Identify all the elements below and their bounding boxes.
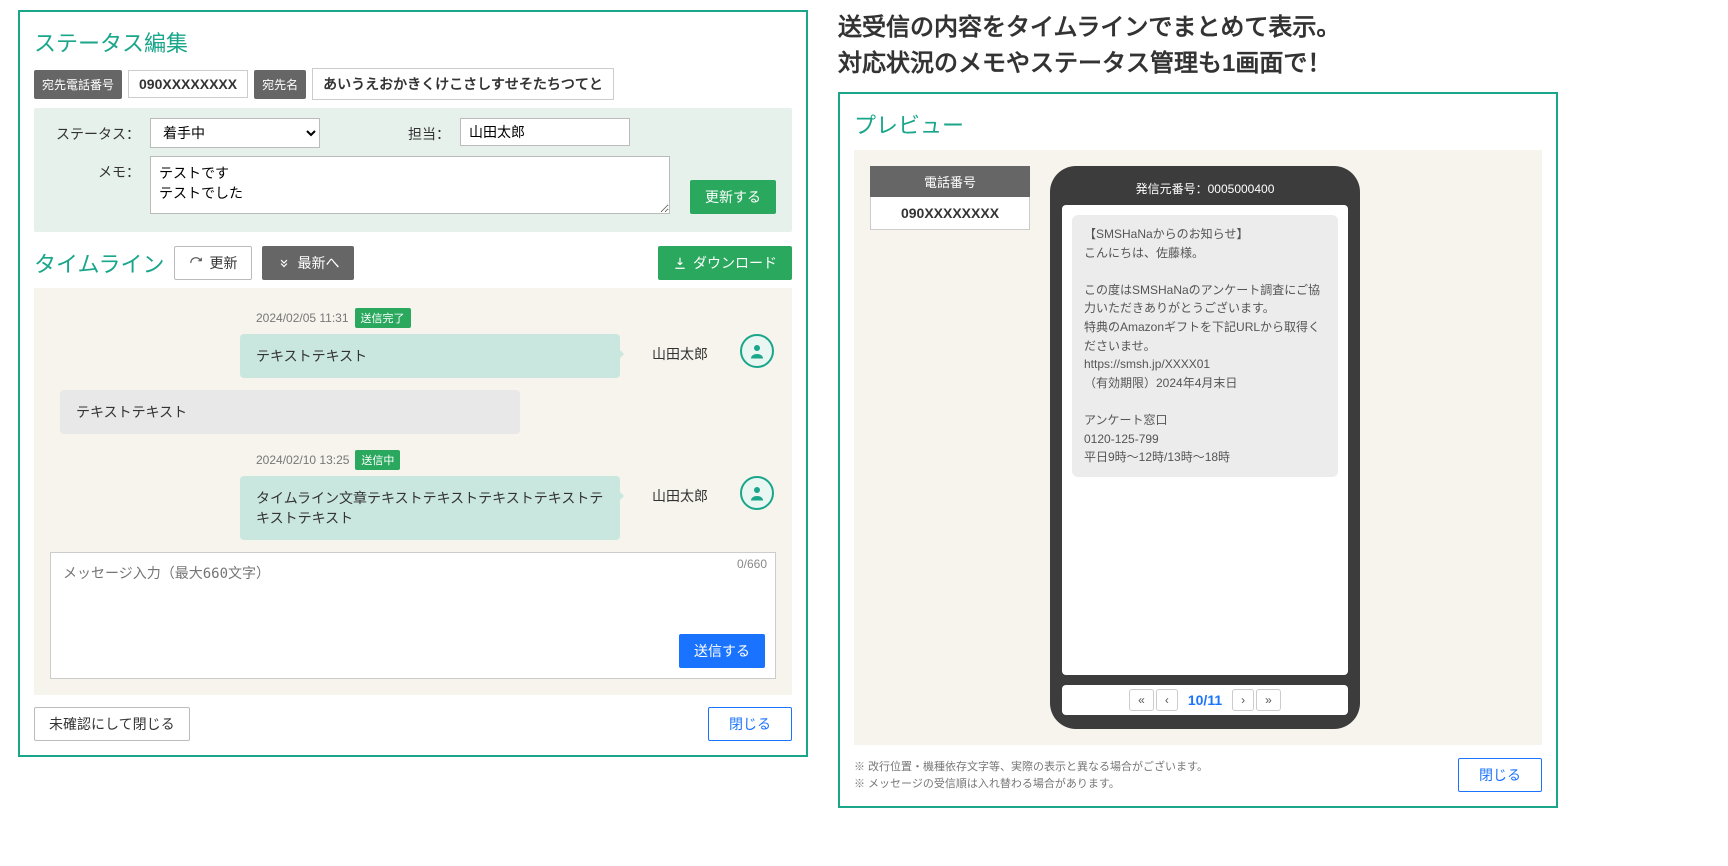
- timeline-title: タイムライン: [34, 247, 164, 279]
- download-icon: [673, 256, 687, 270]
- sender-name: 山田太郎: [630, 476, 730, 506]
- status-form: ステータス： 着手中 担当： メモ： テストです テストでした 更新する: [34, 108, 792, 232]
- status-label: ステータス：: [50, 118, 140, 144]
- refresh-button[interactable]: 更新: [174, 246, 252, 280]
- footnote-line1: ※ 改行位置・機種依存文字等、実際の表示と異なる場合がございます。: [854, 761, 1208, 773]
- chevron-down-icon: [277, 256, 291, 270]
- status-footer: 未確認にして閉じる 閉じる: [34, 707, 792, 741]
- status-edit-panel: ステータス編集 宛先電話番号 090XXXXXXXX 宛先名 あいうえおかきくけ…: [18, 10, 808, 757]
- recipient-tel-value: 090XXXXXXXX: [128, 70, 248, 98]
- recipient-name-label: 宛先名: [254, 70, 306, 99]
- close-button[interactable]: 閉じる: [708, 707, 792, 741]
- latest-button[interactable]: 最新へ: [262, 246, 354, 280]
- preview-footer: ※ 改行位置・機種依存文字等、実際の表示と異なる場合がございます。 ※ メッセー…: [854, 751, 1542, 792]
- entry-meta: 2024/02/10 13:25 送信中: [256, 450, 776, 470]
- message-input[interactable]: [55, 557, 771, 627]
- footnote-line2: ※ メッセージの受信順は入れ替わる場合があります。: [854, 778, 1120, 790]
- preview-footnote: ※ 改行位置・機種依存文字等、実際の表示と異なる場合がございます。 ※ メッセー…: [854, 759, 1208, 792]
- timeline-box: 2024/02/05 11:31 送信完了 テキストテキスト 山田太郎 テキスト…: [34, 288, 792, 695]
- phone-screen: 【SMSHaNaからのお知らせ】 こんにちは、佐藤様。 この度はSMSHaNaの…: [1062, 205, 1348, 675]
- latest-label: 最新へ: [297, 253, 339, 273]
- preview-area: 電話番号 090XXXXXXXX 発信元番号：0005000400 【SMSHa…: [854, 150, 1542, 745]
- assignee-label: 担当：: [330, 118, 450, 144]
- message-pager: « ‹ 10/11 › »: [1062, 685, 1348, 715]
- char-counter: 0/660: [737, 557, 767, 571]
- person-icon: [748, 484, 766, 502]
- caption-line2: 対応状況のメモやステータス管理も1画面で！: [838, 50, 1331, 77]
- phone-number-label: 電話番号: [870, 166, 1030, 197]
- timeline-entry: テキストテキスト 山田太郎: [50, 334, 776, 378]
- download-button[interactable]: ダウンロード: [658, 246, 792, 280]
- sender-name: 山田太郎: [630, 334, 730, 364]
- message-bubble: テキストテキスト: [240, 334, 620, 378]
- memo-textarea[interactable]: テストです テストでした: [150, 156, 670, 214]
- refresh-label: 更新: [209, 253, 237, 273]
- preview-phone-info: 電話番号 090XXXXXXXX: [870, 166, 1030, 230]
- entry-meta: 2024/02/05 11:31 送信完了: [256, 308, 776, 328]
- pager-current: 10/11: [1180, 692, 1230, 708]
- pager-first-button[interactable]: «: [1129, 689, 1154, 711]
- person-icon: [748, 342, 766, 360]
- caption: 送受信の内容をタイムラインでまとめて表示。 対応状況のメモやステータス管理も1画…: [838, 10, 1558, 82]
- phone-number-value: 090XXXXXXXX: [870, 197, 1030, 230]
- avatar-icon: [740, 334, 774, 368]
- pager-last-button[interactable]: »: [1256, 689, 1281, 711]
- timeline-header: タイムライン 更新 最新へ ダウンロード: [34, 246, 792, 280]
- update-button[interactable]: 更新する: [690, 180, 776, 214]
- caller-id: 発信元番号：0005000400: [1062, 176, 1348, 205]
- caption-line1: 送受信の内容をタイムラインでまとめて表示。: [838, 14, 1340, 41]
- recipient-tel-label: 宛先電話番号: [34, 70, 122, 99]
- assignee-input[interactable]: [460, 118, 630, 146]
- timeline-note: テキストテキスト: [60, 390, 520, 434]
- entry-time: 2024/02/10 13:25: [256, 453, 349, 467]
- download-label: ダウンロード: [693, 253, 777, 273]
- timeline-entry: タイムライン文章テキストテキストテキストテキストテキストテキスト 山田太郎: [50, 476, 776, 540]
- entry-badge: 送信中: [355, 450, 400, 470]
- recipient-name-value: あいうえおかきくけこさしすせそたちつてと: [312, 68, 614, 100]
- message-bubble: タイムライン文章テキストテキストテキストテキストテキストテキスト: [240, 476, 620, 540]
- pager-next-button[interactable]: ›: [1232, 689, 1254, 711]
- pager-prev-button[interactable]: ‹: [1156, 689, 1178, 711]
- unconfirm-close-button[interactable]: 未確認にして閉じる: [34, 707, 190, 741]
- status-select[interactable]: 着手中: [150, 118, 320, 148]
- entry-time: 2024/02/05 11:31: [256, 311, 349, 325]
- message-composer: 0/660 送信する: [50, 552, 776, 679]
- recipient-row: 宛先電話番号 090XXXXXXXX 宛先名 あいうえおかきくけこさしすせそたち…: [34, 68, 792, 100]
- status-edit-title: ステータス編集: [34, 26, 792, 58]
- memo-label: メモ：: [50, 156, 140, 182]
- preview-title: プレビュー: [854, 108, 1542, 140]
- phone-mockup: 発信元番号：0005000400 【SMSHaNaからのお知らせ】 こんにちは、…: [1050, 166, 1360, 729]
- entry-badge: 送信完了: [355, 308, 411, 328]
- preview-panel: プレビュー 電話番号 090XXXXXXXX 発信元番号：0005000400 …: [838, 92, 1558, 808]
- refresh-icon: [189, 256, 203, 270]
- preview-close-button[interactable]: 閉じる: [1458, 758, 1542, 792]
- send-button[interactable]: 送信する: [679, 634, 765, 668]
- sms-bubble: 【SMSHaNaからのお知らせ】 こんにちは、佐藤様。 この度はSMSHaNaの…: [1072, 215, 1338, 477]
- avatar-icon: [740, 476, 774, 510]
